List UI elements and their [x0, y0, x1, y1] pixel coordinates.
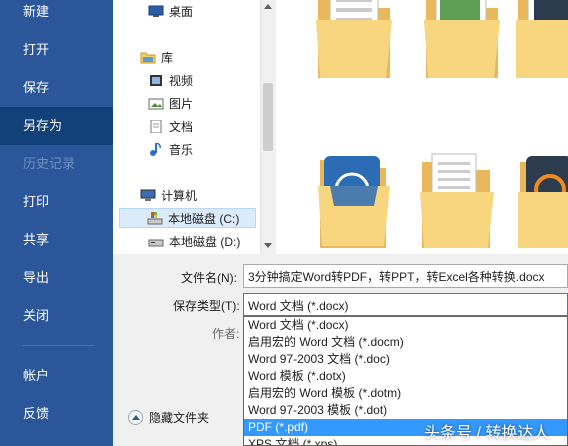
folder-thumbnail[interactable] — [512, 0, 568, 85]
backstage-new[interactable]: 新建 — [0, 0, 113, 31]
nav-item-drive-c[interactable]: 本地磁盘 (C:) — [119, 208, 256, 228]
nav-item-drive-d[interactable]: 本地磁盘 (D:) — [148, 232, 240, 252]
drive-d-icon — [148, 234, 164, 247]
backstage-sidebar: 新建 打开 保存 另存为 历史记录 打印 共享 导出 关闭 帐户 反馈 — [0, 0, 113, 446]
nav-item-music[interactable]: 音乐 — [148, 140, 193, 160]
nav-item-pictures[interactable]: 图片 — [148, 94, 193, 114]
computer-icon — [140, 188, 156, 201]
scroll-up-icon[interactable] — [264, 4, 272, 9]
music-icon — [148, 142, 164, 156]
backstage-divider — [22, 345, 94, 346]
file-type-label: 保存类型(T): — [173, 299, 240, 313]
folder-thumbnail[interactable] — [416, 0, 502, 85]
watermark: 头条号 / 转换达人 — [424, 425, 550, 442]
file-type-option-dotx[interactable]: Word 模板 (*.dotx) — [244, 368, 567, 385]
collapse-arrow-icon — [128, 410, 143, 425]
file-view — [276, 0, 568, 254]
backstage-close[interactable]: 关闭 — [0, 297, 113, 335]
nav-item-library[interactable]: 库 — [140, 48, 173, 68]
backstage-print[interactable]: 打印 — [0, 183, 113, 221]
navigation-pane: 桌面 库 视频 图片 文档 音乐 计算机 本地磁盘 (C:) 本地磁盘 (D:) — [113, 0, 260, 254]
nav-item-video[interactable]: 视频 — [148, 71, 193, 91]
author-label: 作者: — [212, 327, 240, 341]
file-type-option-dot[interactable]: Word 97-2003 模板 (*.dot) — [244, 402, 567, 419]
folder-thumbnail[interactable] — [410, 152, 496, 253]
hide-folders-label: 隐藏文件夹 — [149, 411, 210, 425]
folder-thumbnail[interactable] — [306, 150, 392, 253]
nav-item-computer[interactable]: 计算机 — [140, 186, 197, 206]
backstage-history: 历史记录 — [23, 156, 76, 171]
desktop-icon — [148, 4, 164, 17]
scroll-down-icon[interactable] — [264, 243, 272, 248]
drive-c-icon — [147, 211, 163, 225]
nav-item-documents[interactable]: 文档 — [148, 117, 193, 137]
hide-folders-button[interactable]: 隐藏文件夹 — [128, 408, 209, 428]
file-type-select[interactable]: Word 文档 (*.docx) — [243, 293, 568, 316]
document-icon — [148, 119, 164, 134]
filename-label: 文件名(N): — [181, 271, 237, 285]
backstage-feedback[interactable]: 反馈 — [0, 395, 113, 433]
backstage-save[interactable]: 保存 — [0, 69, 113, 107]
filename-input[interactable]: 3分钟搞定Word转PDF，转PPT，转Excel各种转换.docx — [243, 264, 568, 288]
backstage-export[interactable]: 导出 — [0, 259, 113, 297]
nav-scrollbar[interactable] — [260, 0, 275, 254]
file-type-option-docm[interactable]: 启用宏的 Word 文档 (*.docm) — [244, 334, 567, 351]
video-icon — [148, 73, 164, 86]
scrollbar-thumb[interactable] — [263, 83, 273, 151]
backstage-save-as[interactable]: 另存为 — [0, 107, 113, 145]
file-type-option-doc[interactable]: Word 97-2003 文档 (*.doc) — [244, 351, 567, 368]
library-icon — [140, 50, 156, 64]
backstage-share[interactable]: 共享 — [0, 221, 113, 259]
folder-thumbnail[interactable] — [308, 0, 394, 85]
backstage-open[interactable]: 打开 — [0, 31, 113, 69]
folder-thumbnail[interactable] — [512, 152, 568, 253]
file-type-option-docx[interactable]: Word 文档 (*.docx) — [244, 317, 567, 334]
nav-item-desktop[interactable]: 桌面 — [148, 2, 193, 22]
file-type-option-dotm[interactable]: 启用宏的 Word 模板 (*.dotm) — [244, 385, 567, 402]
backstage-account[interactable]: 帐户 — [0, 357, 113, 395]
picture-icon — [148, 96, 164, 110]
